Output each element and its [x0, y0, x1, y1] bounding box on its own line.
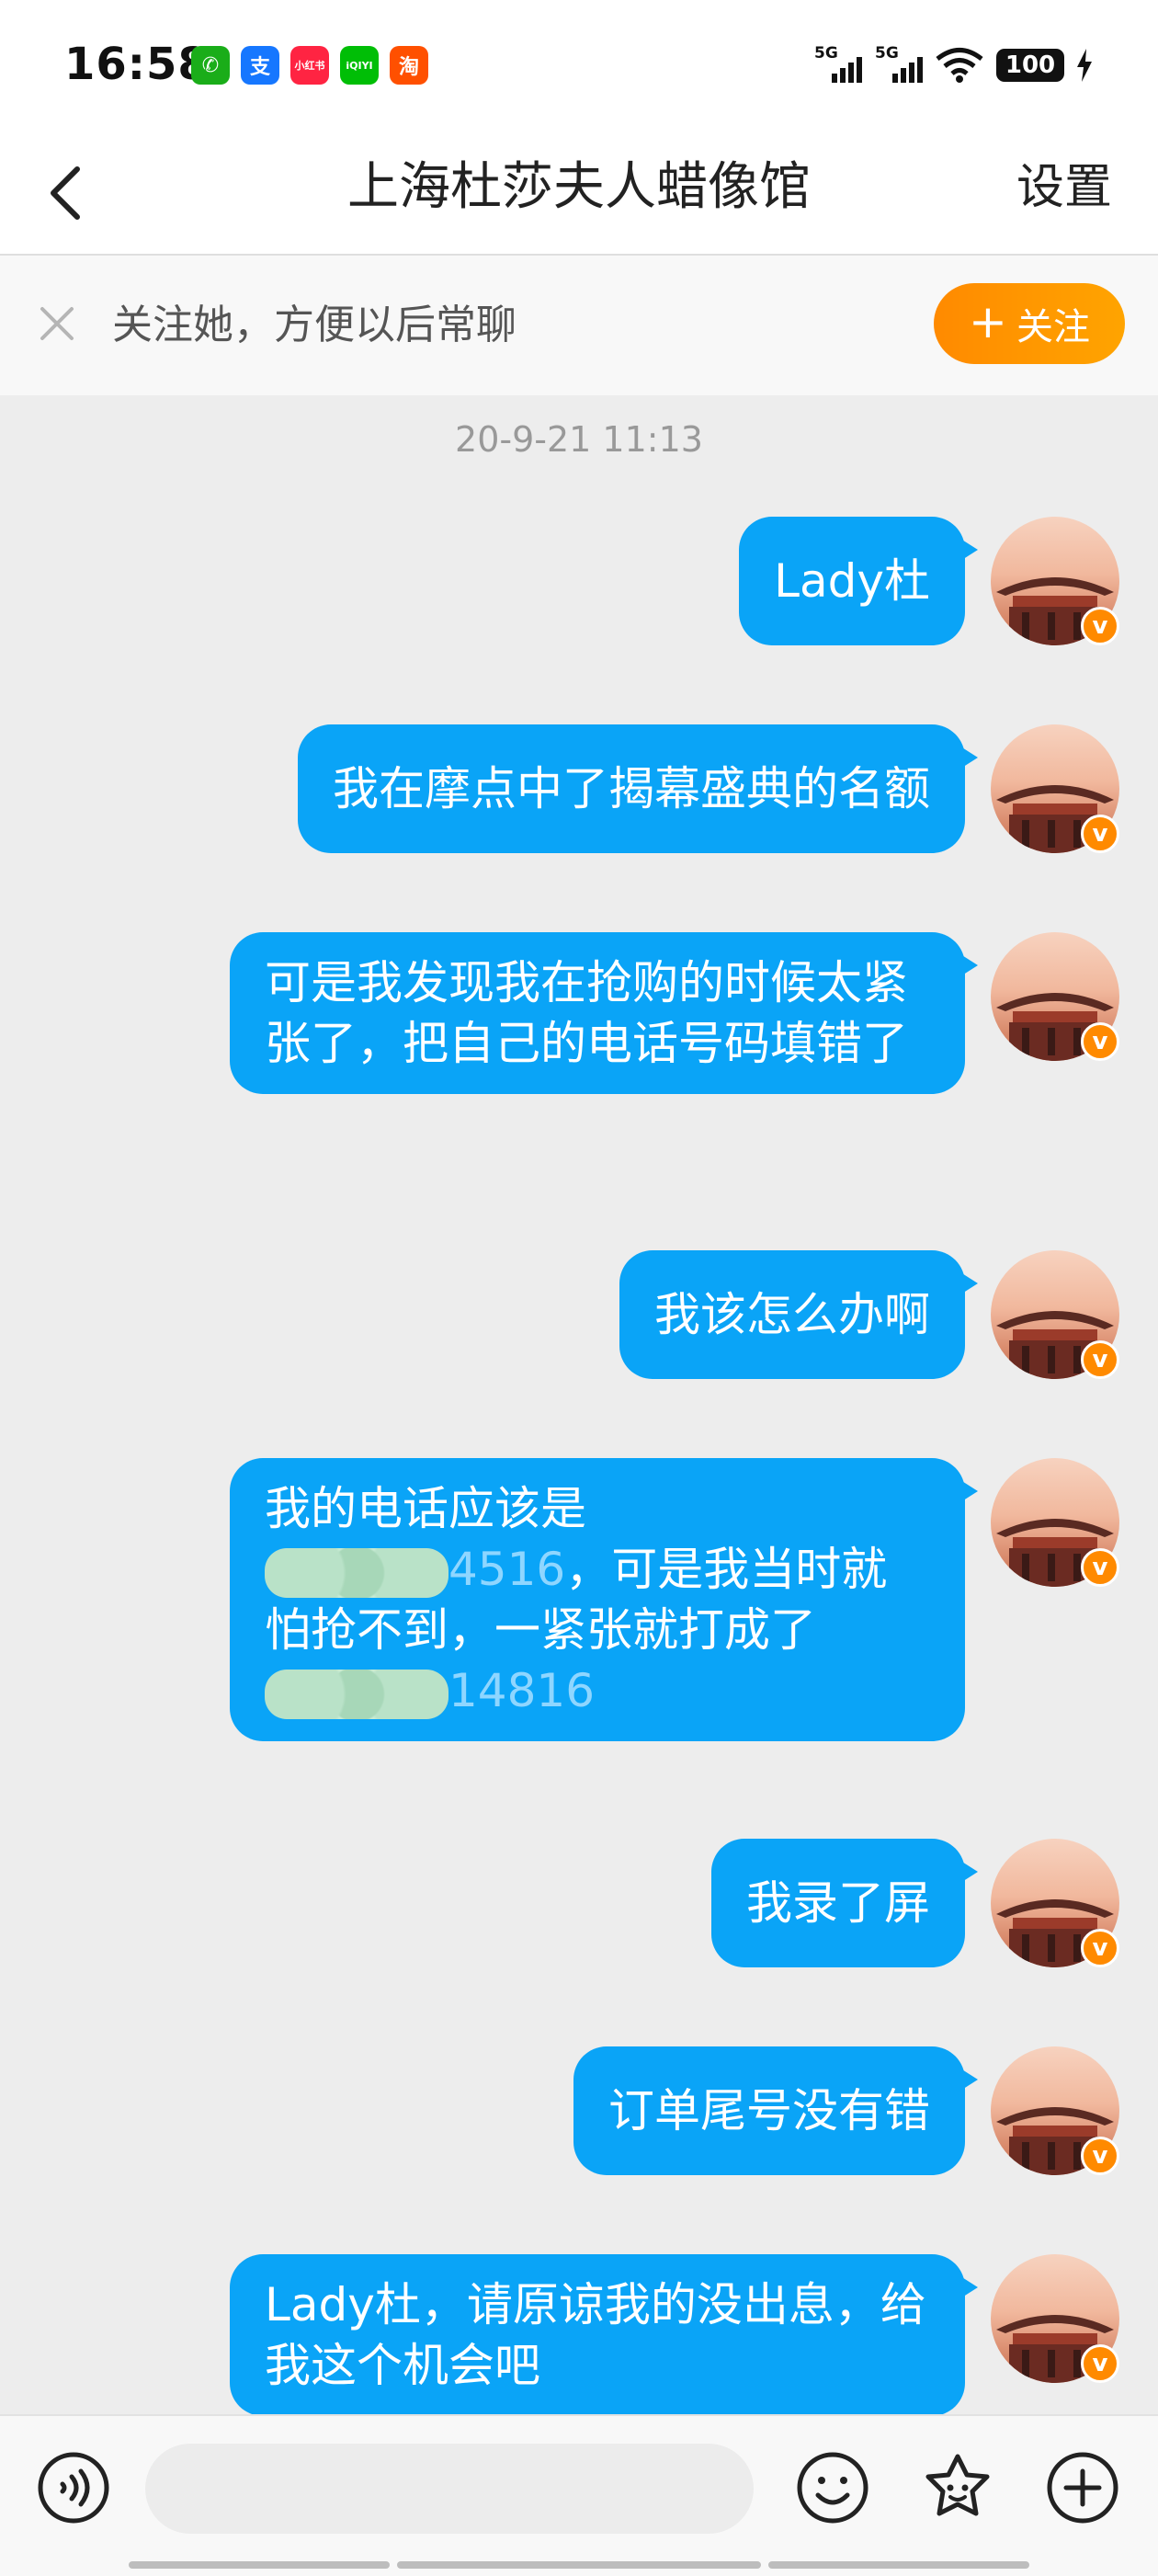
message-bubble[interactable]: 我该怎么办啊 [619, 1250, 978, 1379]
message-timestamp: 20-9-21 11:13 [455, 419, 703, 460]
verified-badge-icon: v [1081, 1548, 1119, 1587]
message-bubble[interactable]: 我的电话应该是 4516，可是我当时就怕抢不到，一紧张就打成了 14816 [230, 1458, 978, 1741]
message-text: 订单尾号没有错 [608, 2084, 930, 2137]
home-indicator [397, 2561, 761, 2569]
redaction-mosaic [265, 1547, 448, 1598]
verified-badge-icon: v [1081, 2344, 1119, 2383]
message-text: 我录了屏 [746, 1876, 930, 1930]
message-text: Lady杜，请原谅我的没出息，给我这个机会吧 [265, 2278, 926, 2392]
close-icon[interactable] [35, 302, 79, 346]
cellular-signal-icon: 5G [875, 44, 923, 86]
iqiyi-icon: iQIYI [340, 46, 379, 85]
navigation-bar: 上海杜莎夫人蜡像馆 设置 [0, 129, 1158, 256]
follow-banner: 关注她，方便以后常聊 + 关注 [0, 256, 1158, 395]
cellular-signal-icon: 5G [814, 44, 862, 86]
message-text: 我在摩点中了揭幕盛典的名额 [333, 762, 930, 815]
message-text: 我的电话应该是 [265, 1482, 586, 1535]
follow-button[interactable]: + 关注 [934, 283, 1125, 364]
message-bubble[interactable]: 我录了屏 [711, 1839, 978, 1967]
wechat-icon: ✆ [191, 46, 230, 85]
wifi-icon [936, 48, 983, 83]
message-input[interactable] [145, 2444, 754, 2534]
status-time: 16:58 [64, 39, 210, 90]
message-bubble[interactable]: Lady杜 [739, 517, 978, 645]
page-title: 上海杜莎夫人蜡像馆 [347, 157, 811, 217]
message-input-bar [0, 2414, 1158, 2576]
chat-area[interactable]: 20-9-21 11:13 Lady杜 我在摩点中了揭幕盛典的名额 可是我发现我… [0, 395, 1158, 2414]
message-text: 我该怎么办啊 [654, 1288, 930, 1341]
charging-icon [1077, 49, 1092, 82]
notification-app-icons: ✆ 支 小红书 iQIYI 淘 [191, 46, 428, 85]
status-indicators: 5G 5G 100 [814, 44, 1092, 86]
settings-button[interactable]: 设置 [1016, 151, 1112, 224]
follow-prompt-text: 关注她，方便以后常聊 [112, 302, 517, 348]
xiaohongshu-icon: 小红书 [290, 46, 329, 85]
verified-badge-icon: v [1081, 1022, 1119, 1061]
home-indicator [768, 2561, 1029, 2569]
emoji-icon[interactable] [794, 2449, 871, 2526]
voice-icon[interactable] [35, 2449, 112, 2526]
follow-button-label: 关注 [1016, 306, 1090, 348]
verified-badge-icon: v [1081, 607, 1119, 645]
follow-plus: + [969, 295, 1007, 348]
message-text: Lady杜 [774, 554, 930, 608]
message-bubble[interactable]: Lady杜，请原谅我的没出息，给我这个机会吧 [230, 2254, 978, 2414]
verified-badge-icon: v [1081, 2137, 1119, 2175]
alipay-icon: 支 [241, 46, 279, 85]
phone-number-tail: 14816 [448, 1664, 596, 1717]
sticker-icon[interactable] [919, 2449, 996, 2526]
message-text: 可是我发现我在抢购的时候太紧张了，把自己的电话号码填错了 [265, 956, 908, 1070]
status-bar: 16:58 ✆ 支 小红书 iQIYI 淘 5G 5G 100 [0, 0, 1158, 129]
verified-badge-icon: v [1081, 815, 1119, 853]
plus-icon[interactable] [1044, 2449, 1121, 2526]
battery-indicator: 100 [996, 49, 1064, 82]
verified-badge-icon: v [1081, 1340, 1119, 1379]
verified-badge-icon: v [1081, 1929, 1119, 1967]
taobao-icon: 淘 [390, 46, 428, 85]
message-bubble[interactable]: 订单尾号没有错 [573, 2046, 978, 2175]
phone-number-tail: 4516 [448, 1543, 566, 1596]
message-bubble[interactable]: 我在摩点中了揭幕盛典的名额 [298, 724, 978, 853]
message-bubble[interactable]: 可是我发现我在抢购的时候太紧张了，把自己的电话号码填错了 [230, 932, 978, 1094]
home-indicator [129, 2561, 390, 2569]
redaction-mosaic [265, 1669, 448, 1719]
